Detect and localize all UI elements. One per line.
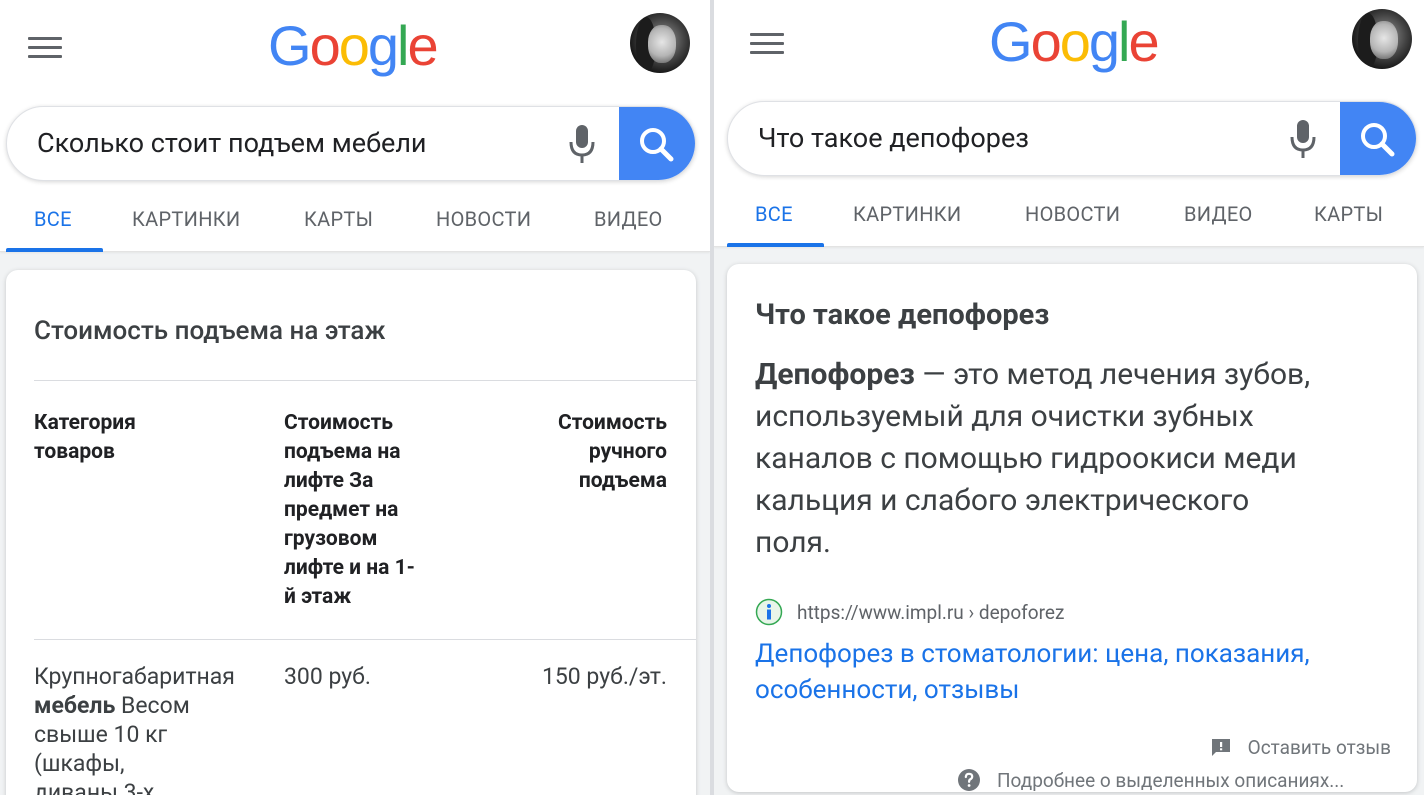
active-tab-indicator bbox=[6, 248, 103, 252]
avatar[interactable] bbox=[630, 13, 690, 73]
search-header: Google Что такое депофорез ВСЕ КАРТИНКИ … bbox=[714, 0, 1424, 247]
search-header: Google Сколько стоит подъем мебели ВСЕ К… bbox=[0, 0, 710, 252]
featured-snippet-table-card: Стоимость подъема на этаж Категория това… bbox=[6, 270, 696, 795]
source-url[interactable]: https://www.impl.ru › depoforez bbox=[797, 601, 1064, 624]
snippet-definition: Депофорез — это метод лечения зубов, исп… bbox=[755, 357, 1311, 560]
about-snippets-link[interactable]: Подробнее о выделенных описаниях... bbox=[957, 768, 1344, 792]
search-box[interactable]: Сколько стоит подъем мебели bbox=[6, 106, 696, 181]
help-icon bbox=[958, 769, 980, 791]
divider bbox=[34, 380, 696, 381]
search-icon bbox=[640, 128, 674, 162]
search-button[interactable] bbox=[619, 107, 695, 180]
microphone-icon[interactable] bbox=[569, 124, 595, 164]
tab-all[interactable]: ВСЕ bbox=[34, 207, 72, 231]
tab-all[interactable]: ВСЕ bbox=[755, 202, 793, 226]
avatar[interactable] bbox=[1352, 9, 1412, 69]
table-cell-lift-price: 300 руб. bbox=[284, 663, 371, 690]
microphone-icon[interactable] bbox=[1290, 119, 1316, 159]
search-tabs: ВСЕ КАРТИНКИ НОВОСТИ ВИДЕО КАРТЫ bbox=[714, 195, 1424, 247]
info-icon bbox=[755, 598, 783, 626]
search-input[interactable]: Что такое депофорез bbox=[758, 122, 1029, 154]
tab-images[interactable]: КАРТИНКИ bbox=[132, 207, 241, 231]
tab-maps[interactable]: КАРТЫ bbox=[1314, 202, 1383, 226]
tab-maps[interactable]: КАРТЫ bbox=[304, 207, 373, 231]
tab-video[interactable]: ВИДЕО bbox=[594, 207, 663, 231]
column-header-category: Категория товаров bbox=[34, 411, 136, 464]
feedback-label: Оставить отзыв bbox=[1247, 736, 1391, 759]
source-citation[interactable]: https://www.impl.ru › depoforez bbox=[755, 598, 1064, 626]
tab-images[interactable]: КАРТИНКИ bbox=[853, 202, 962, 226]
search-button[interactable] bbox=[1340, 102, 1416, 175]
result-title-link[interactable]: Депофорез в стоматологии: цена, показани… bbox=[755, 636, 1395, 708]
feedback-button[interactable]: Оставить отзыв bbox=[1210, 736, 1391, 759]
about-snippets-label: Подробнее о выделенных описаниях... bbox=[997, 768, 1345, 792]
snippet-title: Что такое депофорез bbox=[755, 298, 1050, 332]
table-cell-manual-price: 150 руб./эт. bbox=[541, 663, 667, 690]
search-box[interactable]: Что такое депофорез bbox=[727, 101, 1417, 176]
search-tabs: ВСЕ КАРТИНКИ КАРТЫ НОВОСТИ ВИДЕО bbox=[0, 200, 710, 252]
tab-video[interactable]: ВИДЕО bbox=[1184, 202, 1253, 226]
google-logo[interactable]: Google bbox=[268, 13, 439, 78]
menu-icon[interactable] bbox=[750, 33, 784, 55]
active-tab-indicator bbox=[727, 243, 824, 247]
feedback-icon bbox=[1211, 738, 1230, 756]
column-header-manual-price: Стоимость ручного подъема bbox=[557, 411, 667, 493]
column-header-lift-price: Стоимость подъема на лифте За предмет на… bbox=[284, 411, 415, 609]
table-title: Стоимость подъема на этаж bbox=[34, 316, 386, 346]
tab-news[interactable]: НОВОСТИ bbox=[1025, 202, 1120, 226]
divider bbox=[34, 639, 696, 640]
table-cell-category: Крупногабаритная мебель Весом свыше 10 к… bbox=[34, 663, 235, 795]
tab-news[interactable]: НОВОСТИ bbox=[436, 207, 531, 231]
right-screenshot-panel: Google Что такое депофорез ВСЕ КАРТИНКИ … bbox=[714, 0, 1424, 795]
google-logo[interactable]: Google bbox=[989, 9, 1160, 74]
featured-snippet-card: Что такое депофорез Депофорез — это мето… bbox=[727, 264, 1417, 792]
left-screenshot-panel: Google Сколько стоит подъем мебели ВСЕ К… bbox=[0, 0, 710, 795]
search-input[interactable]: Сколько стоит подъем мебели bbox=[37, 127, 427, 159]
search-icon bbox=[1361, 123, 1395, 157]
menu-icon[interactable] bbox=[28, 37, 62, 59]
